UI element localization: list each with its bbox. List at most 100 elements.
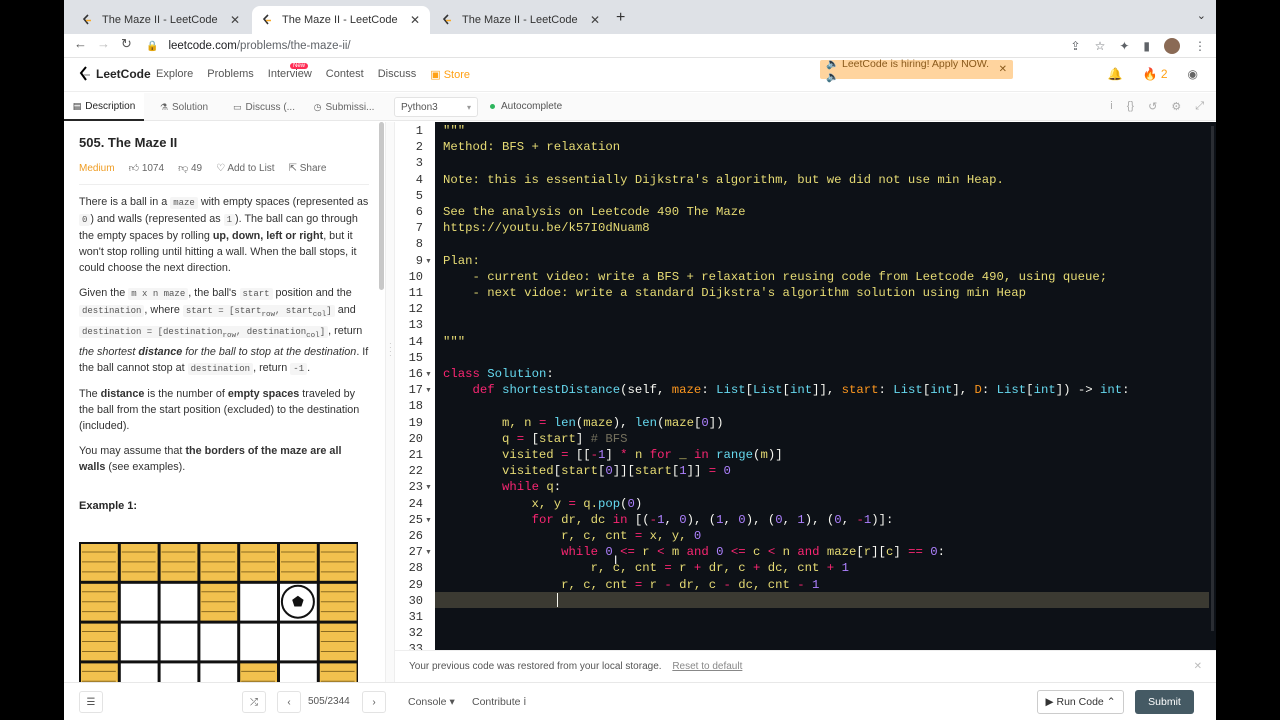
- forward-icon[interactable]: →: [97, 36, 110, 51]
- tab-discuss[interactable]: ▭ Discuss (...: [224, 93, 304, 121]
- browser-tab[interactable]: The Maze II - LeetCode ✕: [72, 6, 250, 34]
- tab-title: The Maze II - LeetCode: [282, 14, 398, 26]
- new-tab-icon[interactable]: +: [616, 9, 625, 27]
- drag-handle-icon: · · · ·: [389, 339, 392, 360]
- add-to-list-button[interactable]: ♡ Add to List: [216, 163, 274, 174]
- user-account-icon[interactable]: ◉: [1188, 67, 1198, 81]
- share-page-icon[interactable]: ⇪: [1071, 39, 1081, 53]
- thumbs-down-icon: 👎︎: [178, 163, 189, 174]
- code-editor[interactable]: 1 2 3 4 5 6 7 8 9 ▼ 10 11 12 13 14 15 16 ▼ 17 ▼ 18 19 20 21 22 23…: [395, 122, 1216, 650]
- maze-wall-cell: [317, 661, 358, 682]
- url-host: leetcode.com: [168, 40, 237, 52]
- maze-wall-cell: [79, 542, 120, 583]
- list-icon: ☰: [86, 696, 96, 708]
- tab-description-label: Description: [85, 100, 136, 112]
- fold-arrow-icon[interactable]: ▼: [425, 484, 432, 491]
- tab-title: The Maze II - LeetCode: [462, 14, 578, 26]
- code-line: https://youtu.be/k57I0dNuam8: [443, 221, 650, 236]
- sidebar-icon[interactable]: ▮: [1143, 39, 1150, 53]
- line-number: 19: [408, 415, 423, 430]
- fold-arrow-icon[interactable]: ▼: [425, 517, 432, 524]
- share-button[interactable]: ⇱ Share: [289, 163, 327, 174]
- browser-tab-active[interactable]: The Maze II - LeetCode ✕: [252, 6, 430, 34]
- panel-splitter[interactable]: · · · ·: [385, 122, 395, 682]
- ibeam-cursor-icon: I: [614, 553, 618, 567]
- fold-arrow-icon[interactable]: ▼: [425, 258, 432, 265]
- tab-description[interactable]: ▤ Description: [64, 93, 144, 121]
- browser-menu-icon[interactable]: ⋮: [1194, 39, 1206, 53]
- fold-arrow-icon[interactable]: ▼: [425, 387, 432, 394]
- text-cursor: [557, 593, 558, 607]
- dislike-button[interactable]: 👎︎ 49: [178, 162, 202, 174]
- fullscreen-icon[interactable]: ⤢: [1195, 100, 1204, 113]
- run-code-button[interactable]: ▶ Run Code ⌃: [1037, 690, 1124, 714]
- maze-wall-cell: [238, 661, 279, 682]
- maze-wall-cell: [158, 542, 200, 583]
- tab-list-chevron-icon[interactable]: ⌄: [1197, 9, 1206, 22]
- browser-tab[interactable]: The Maze II - LeetCode ✕: [432, 6, 610, 34]
- maze-empty-cell: [118, 661, 160, 682]
- autocomplete-toggle[interactable]: Autocomplete: [490, 101, 562, 112]
- line-number: 5: [415, 188, 423, 203]
- close-tab-icon[interactable]: ✕: [588, 13, 602, 27]
- contribute-button[interactable]: Contribute ⅰ: [472, 696, 526, 708]
- notification-bell-icon[interactable]: 🔔: [1108, 67, 1123, 81]
- info-icon[interactable]: i: [1110, 100, 1112, 113]
- content-layer: ▤ Description ⚗ Solution ▭ Discuss (... ◷ Su…: [64, 0, 1216, 720]
- next-problem-button[interactable]: ›: [362, 691, 386, 713]
- nav-store[interactable]: ▣ Store: [430, 68, 470, 81]
- nav-explore[interactable]: Explore: [156, 68, 193, 81]
- nav-problems[interactable]: Problems: [207, 68, 253, 81]
- tab-solution[interactable]: ⚗ Solution: [144, 93, 224, 121]
- close-tab-icon[interactable]: ✕: [228, 13, 242, 27]
- tab-submissions[interactable]: ◷ Submissi...: [304, 93, 384, 121]
- nav-interview[interactable]: Interview: [268, 68, 312, 81]
- streak-counter[interactable]: 🔥 2: [1143, 67, 1168, 81]
- random-problem-button[interactable]: ⤮: [242, 691, 266, 713]
- code-line: visited = [[-1] * n for _ in range(m)]: [443, 448, 783, 462]
- fold-arrow-icon[interactable]: ▼: [425, 371, 432, 378]
- maze-wall-cell: [198, 542, 240, 583]
- description-scrollbar[interactable]: [379, 122, 384, 290]
- code-line: r, c, cnt = r + dr, c + dc, cnt + 1: [443, 561, 849, 576]
- nav-contest[interactable]: Contest: [326, 68, 364, 81]
- submit-button[interactable]: Submit: [1135, 690, 1194, 714]
- history-icon: ◷: [313, 101, 322, 112]
- url-field[interactable]: 🔒 leetcode.com/problems/the-maze-ii/: [146, 35, 1076, 57]
- extensions-puzzle-icon[interactable]: ✦: [1119, 39, 1129, 53]
- reload-icon[interactable]: ↻: [121, 36, 132, 52]
- line-number: 28: [408, 561, 423, 576]
- hiring-text: 🔈 LeetCode is hiring! Apply NOW.🔈: [826, 57, 990, 83]
- console-button[interactable]: Console ▾: [408, 696, 455, 708]
- reset-to-default-link[interactable]: Reset to default: [672, 661, 742, 672]
- tab-strip: The Maze II - LeetCode ✕ The Maze II - L…: [64, 0, 1216, 34]
- line-number: 1: [415, 124, 423, 138]
- leetcode-favicon-icon: [80, 13, 94, 27]
- fold-arrow-icon[interactable]: ▼: [425, 549, 432, 556]
- maze-empty-cell: [118, 621, 160, 663]
- language-select[interactable]: Python3 ▾: [394, 97, 478, 117]
- line-number: 4: [415, 172, 423, 187]
- reset-icon[interactable]: ↺: [1148, 100, 1157, 113]
- nav-discuss[interactable]: Discuss: [378, 68, 417, 81]
- back-icon[interactable]: ←: [74, 36, 87, 51]
- hiring-banner[interactable]: 🔈 LeetCode is hiring! Apply NOW.🔈 ✕: [820, 58, 1013, 83]
- browser-toolbar-icons: ⇪ ☆ ✦ ▮ ⋮: [1071, 38, 1206, 54]
- bookmark-star-icon[interactable]: ☆: [1095, 39, 1106, 53]
- prev-problem-button[interactable]: ‹: [277, 691, 301, 713]
- settings-icon[interactable]: ⚙: [1171, 100, 1181, 113]
- problem-list-button[interactable]: ☰: [79, 691, 103, 713]
- url-path: /problems/the-maze-ii/: [236, 40, 351, 52]
- braces-icon[interactable]: {}: [1127, 100, 1134, 113]
- editor-scrollbar[interactable]: [1211, 126, 1214, 631]
- profile-avatar[interactable]: [1164, 38, 1180, 54]
- close-notice-icon[interactable]: ✕: [1194, 661, 1202, 672]
- tab-title: The Maze II - LeetCode: [102, 14, 218, 26]
- thumbs-up-icon: 👍︎: [128, 163, 140, 174]
- code-line: Plan:: [443, 253, 480, 268]
- close-tab-icon[interactable]: ✕: [408, 13, 422, 27]
- close-banner-icon[interactable]: ✕: [999, 64, 1007, 75]
- leetcode-logo[interactable]: LeetCode: [78, 66, 151, 82]
- like-button[interactable]: 👍︎ 1074: [129, 162, 164, 174]
- code-line: Note: this is essentially Dijkstra's alg…: [443, 172, 1004, 187]
